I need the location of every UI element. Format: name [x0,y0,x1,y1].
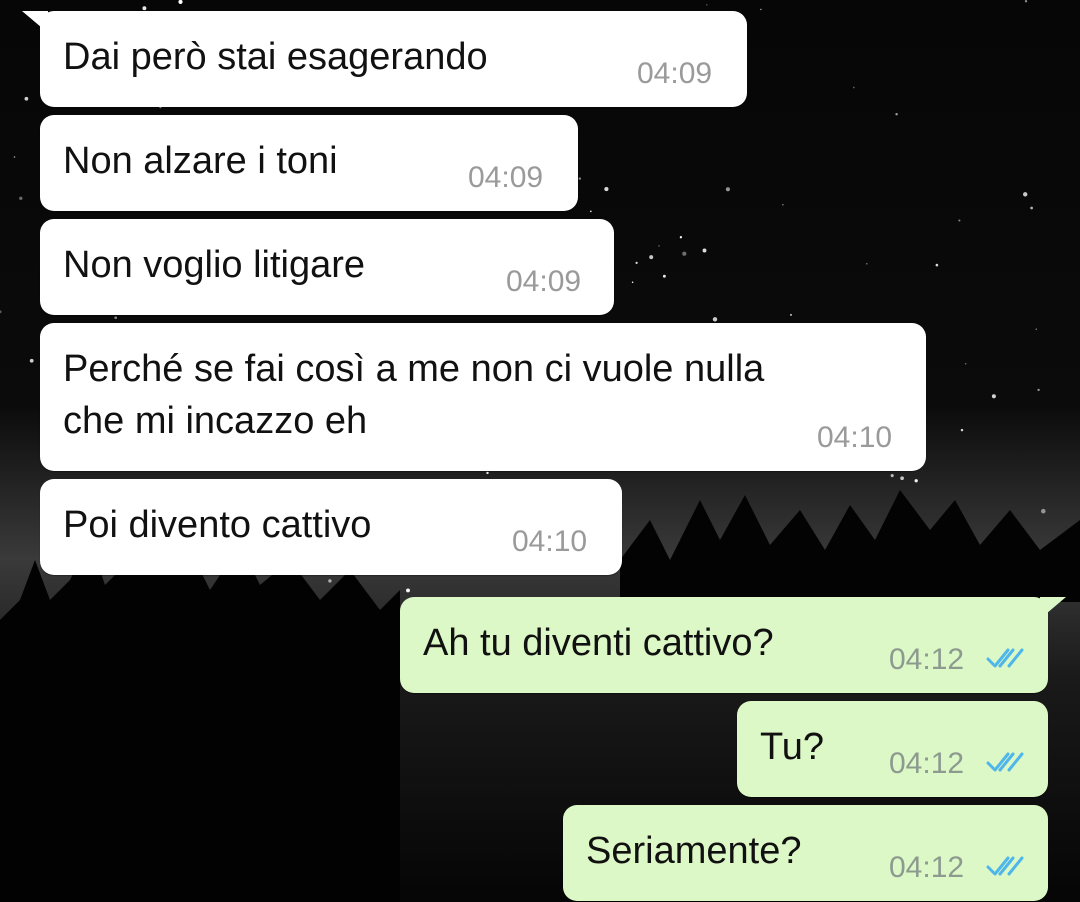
star [852,86,855,89]
message-bubble-outgoing[interactable]: Ah tu diventi cattivo? 04:12 [400,597,1066,693]
message-text: Dai però stai esagerando [63,36,488,78]
star [1024,0,1028,3]
double-check-icon [986,752,1024,772]
message-text: Tu? [760,726,825,768]
message-time: 04:12 [889,851,965,884]
star [964,363,967,365]
star [789,313,793,316]
star [679,236,683,239]
message-bubble-incoming[interactable]: Perché se fai così a me non ci vuole nul… [40,323,926,471]
star [662,274,666,278]
star [578,177,582,180]
star [142,6,147,11]
message-text: Ah tu diventi cattivo? [423,622,774,664]
double-check-icon [986,648,1024,668]
message-text-line-2: che mi incazzo eh [63,400,368,442]
star [19,196,23,201]
star [760,8,762,11]
star [991,394,996,399]
star [1037,388,1040,392]
star [782,204,784,206]
star [589,210,592,213]
star [13,156,16,158]
star [486,471,489,475]
star [935,263,939,267]
message-time: 04:09 [506,265,582,298]
star [604,187,609,192]
star [1023,192,1028,197]
message-bubble-outgoing[interactable]: Seriamente? 04:12 [563,805,1048,901]
star [114,316,118,320]
star [900,476,904,481]
star [712,317,718,322]
bubble-tail [1040,597,1066,619]
star [1030,206,1033,210]
star [725,187,730,192]
star [1041,508,1046,514]
star [682,251,687,256]
star [24,96,29,101]
star [706,4,708,6]
star [866,262,868,265]
message-time: 04:10 [817,421,893,454]
message-time: 04:09 [637,57,713,90]
star [406,588,410,593]
star [29,358,34,363]
star [914,479,918,483]
message-text: Poi divento cattivo [63,504,372,546]
star [702,248,707,253]
star [1035,328,1037,330]
star [649,255,654,260]
message-bubble-incoming[interactable]: Poi divento cattivo 04:10 [40,479,622,575]
message-text-line-1: Perché se fai così a me non ci vuole nul… [63,348,765,390]
message-text: Non voglio litigare [63,244,366,286]
message-text: Non alzare i toni [63,140,338,182]
bubble-tail [22,11,48,33]
message-bubble-incoming[interactable]: Dai però stai esagerando 04:09 [22,11,747,107]
message-text: Seriamente? [586,830,802,872]
star [890,474,894,478]
message-time: 04:10 [512,525,588,558]
star [895,112,898,116]
message-time: 04:09 [468,161,544,194]
star [635,261,638,265]
star [328,579,332,583]
message-bubble-incoming[interactable]: Non voglio litigare 04:09 [40,219,614,315]
message-time: 04:12 [889,747,965,780]
message-bubble-outgoing[interactable]: Tu? 04:12 [737,701,1048,797]
message-time: 04:12 [889,643,965,676]
star [631,281,634,284]
star [658,245,660,247]
star [960,428,964,432]
message-bubble-incoming[interactable]: Non alzare i toni 04:09 [40,115,578,211]
star [958,219,961,222]
double-check-icon [986,856,1024,876]
